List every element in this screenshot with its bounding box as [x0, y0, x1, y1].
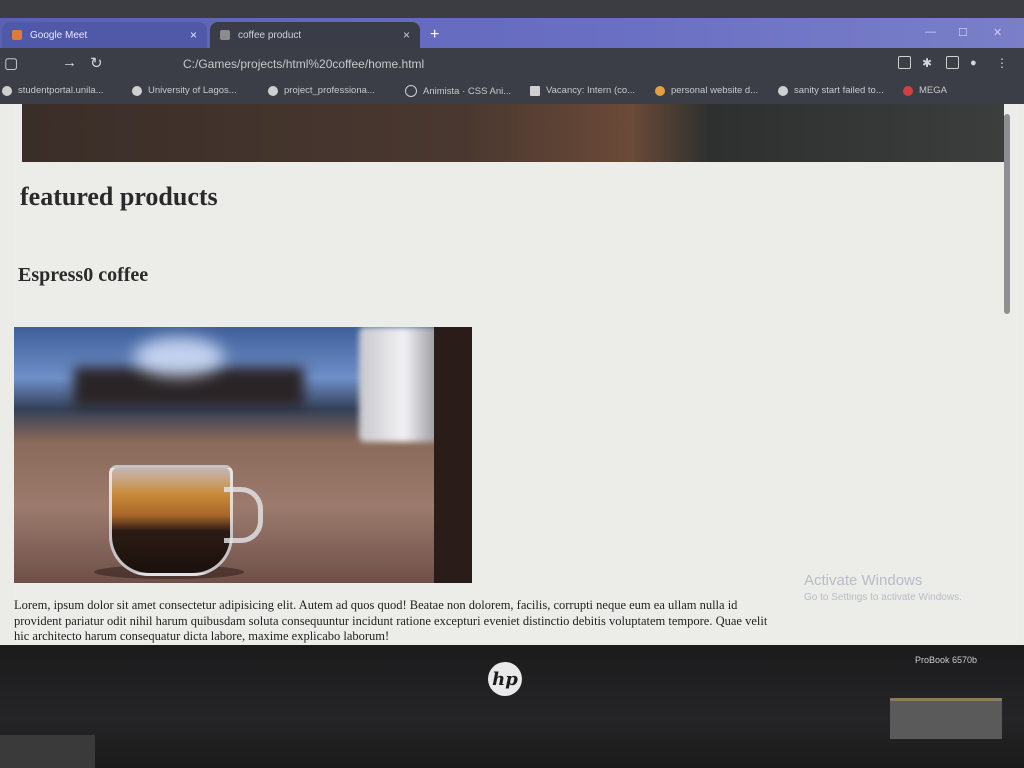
- model-label: ProBook 6570b: [915, 655, 978, 665]
- github-icon: [778, 85, 788, 96]
- bookmark-item[interactable]: MEGA: [903, 85, 947, 96]
- image-light: [134, 337, 224, 377]
- globe-icon: [132, 85, 142, 96]
- profile-icon[interactable]: ●: [970, 57, 977, 69]
- image-edge: [434, 327, 472, 583]
- new-tab-button[interactable]: +: [430, 26, 439, 44]
- hero-banner: [22, 104, 1004, 162]
- menu-icon[interactable]: ⋮: [996, 56, 1008, 70]
- hinge-left: [0, 735, 95, 768]
- page-content[interactable]: featured products Espress0 coffee Lorem,…: [14, 104, 1018, 648]
- hp-logo: hp: [488, 662, 522, 696]
- bezel-top: [0, 0, 1024, 20]
- notion-icon: [530, 85, 540, 96]
- bookmark-item[interactable]: sanity start failed to...: [778, 85, 884, 96]
- address-bar[interactable]: C:/Games/projects/html%20coffee/home.htm…: [165, 53, 883, 75]
- tab-bar: Google Meet × coffee product × + — ☐ ✕: [0, 18, 1024, 48]
- bookmarks-bar: studentportal.unila... University of Lag…: [0, 80, 1024, 104]
- bookmark-item[interactable]: University of Lagos...: [132, 85, 237, 96]
- meet-icon: [12, 30, 22, 40]
- tab-label: coffee product: [238, 29, 302, 41]
- close-icon[interactable]: ×: [190, 28, 197, 42]
- extensions-icon[interactable]: ✱: [922, 56, 932, 70]
- bookmark-item[interactable]: studentportal.unila...: [2, 85, 104, 96]
- page-icon: [220, 30, 230, 40]
- animista-icon: [405, 85, 417, 97]
- maximize-icon[interactable]: ☐: [958, 26, 968, 39]
- bookmark-item[interactable]: Vacancy: Intern (co...: [530, 85, 635, 96]
- reader-icon[interactable]: [898, 56, 911, 69]
- reload-icon[interactable]: ↻: [90, 54, 103, 72]
- bookmark-item[interactable]: personal website d...: [655, 85, 758, 96]
- triangle-icon: [655, 85, 665, 96]
- globe-icon: [2, 85, 12, 96]
- close-icon[interactable]: ×: [403, 28, 410, 42]
- bookmark-item[interactable]: project_professiona...: [268, 85, 375, 96]
- mega-icon: [903, 85, 913, 96]
- close-window-icon[interactable]: ✕: [993, 26, 1002, 39]
- forward-icon[interactable]: →: [62, 54, 77, 71]
- toolbar: ▢ → ↻ C:/Games/projects/html%20coffee/ho…: [0, 48, 1024, 80]
- screen: Google Meet × coffee product × + — ☐ ✕ ▢…: [0, 18, 1024, 648]
- github-icon: [268, 85, 278, 96]
- side-panel-icon[interactable]: [946, 56, 959, 69]
- tab-coffee-product[interactable]: coffee product ×: [210, 22, 420, 48]
- product-image: [14, 327, 472, 583]
- bookmark-item[interactable]: Animista · CSS Ani...: [405, 85, 511, 97]
- scrollbar[interactable]: [1004, 114, 1010, 314]
- product-description: Lorem, ipsum dolor sit amet consectetur …: [14, 598, 768, 643]
- cup-handle: [224, 487, 263, 543]
- page-heading: featured products: [20, 182, 218, 211]
- sidebar-icon[interactable]: ▢: [4, 54, 18, 72]
- hinge-right: [890, 698, 1002, 739]
- product-title: Espress0 coffee: [18, 264, 149, 286]
- espresso-cup: [109, 465, 233, 576]
- tab-label: Google Meet: [30, 29, 88, 41]
- activate-windows-watermark: Activate Windows Go to Settings to activ…: [804, 572, 962, 603]
- minimize-icon[interactable]: —: [925, 26, 936, 38]
- tab-google-meet[interactable]: Google Meet ×: [2, 22, 207, 48]
